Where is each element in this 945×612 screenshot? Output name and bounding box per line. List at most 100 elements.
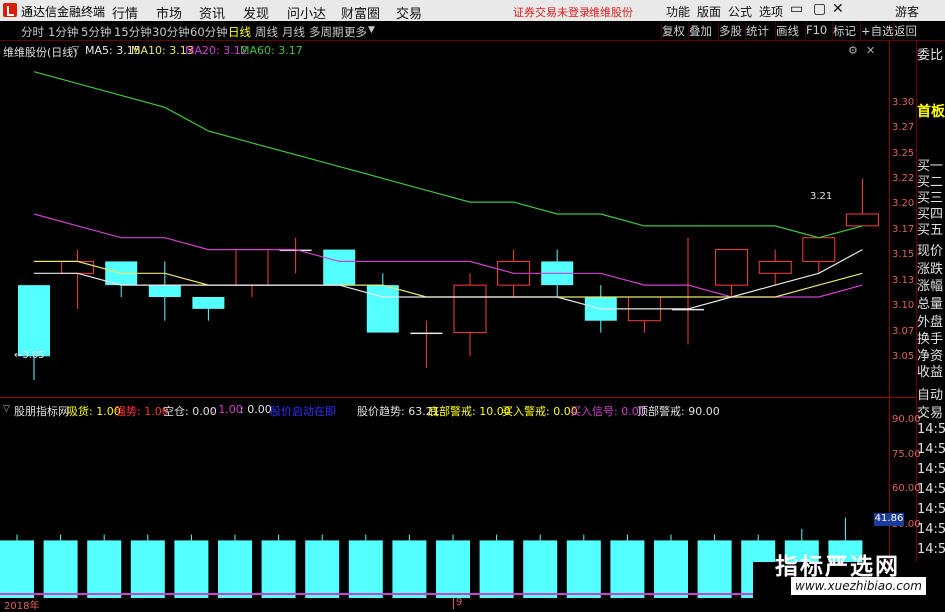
menu-trade[interactable]: 交易 (396, 3, 422, 22)
candle-body[interactable] (61, 260, 95, 274)
menu-discover[interactable]: 发现 (243, 3, 269, 22)
price-tick: 3.20 (892, 198, 915, 209)
app-logo-icon (3, 3, 17, 17)
period-multi[interactable]: 多周期 (309, 24, 344, 40)
period-monthly[interactable]: 月线 (282, 24, 305, 40)
login-status[interactable]: 证券交易未登录 (513, 4, 590, 20)
ma60-line (33, 71, 863, 239)
price-tick: 3.25 (892, 148, 915, 159)
candle-body[interactable] (18, 285, 50, 357)
indicator-bar[interactable] (87, 540, 122, 598)
side-panel-item: 14:56 (917, 482, 945, 497)
minimize-icon[interactable]: ▭ (790, 1, 803, 17)
candle-body[interactable] (410, 332, 443, 335)
side-panel-item: 涨幅 (917, 279, 944, 294)
indicator-bar[interactable] (566, 540, 601, 598)
indicator-bar[interactable] (697, 540, 732, 598)
indicator-bar[interactable] (436, 540, 470, 598)
maximize-icon[interactable]: ▢ (813, 1, 826, 17)
menu-layout[interactable]: 版面 (697, 3, 721, 20)
title-bar: 通达信金融终端 行情 市场 资讯 发现 问小达 财富圈 交易 证券交易未登录 维… (0, 0, 945, 22)
period-30min[interactable]: 30分钟 (152, 24, 190, 40)
menu-options[interactable]: 选项 (759, 3, 783, 20)
btn-adjust[interactable]: 复权 (661, 21, 685, 41)
period-timeshare[interactable]: 分时 (21, 24, 44, 40)
period-60min[interactable]: 60分钟 (190, 24, 228, 40)
candle-body[interactable] (366, 285, 399, 333)
high-label: 3.21 (810, 191, 833, 202)
indicator-bar[interactable] (261, 540, 296, 598)
candle-body[interactable] (845, 213, 879, 227)
side-panel-item: 14:56 (917, 462, 945, 477)
chevron-down-icon[interactable]: ▼ (368, 25, 375, 35)
indicator-bar[interactable] (43, 540, 78, 598)
menu-community[interactable]: 财富圈 (341, 3, 380, 22)
menu-formula[interactable]: 公式 (728, 3, 752, 20)
indicator-bar[interactable] (130, 540, 165, 598)
watermark-url: www.xuezhibiao.com (791, 577, 926, 595)
period-1min[interactable]: 1分钟 (48, 24, 78, 40)
indicator-bar[interactable] (305, 540, 340, 598)
price-tick: 3.15 (892, 249, 915, 260)
candle-body[interactable] (323, 249, 356, 286)
indicator-bar[interactable] (610, 540, 645, 598)
btn-back[interactable]: 返回 (893, 21, 917, 41)
btn-stats[interactable]: 统计 (745, 21, 769, 41)
menu-function[interactable]: 功能 (666, 3, 690, 20)
indicator-bar[interactable] (654, 540, 688, 598)
period-more[interactable]: 更多 (344, 24, 367, 40)
candle-body[interactable] (192, 297, 225, 309)
side-panel-item: 14:56 (917, 522, 945, 537)
candlestick-chart[interactable] (0, 40, 890, 395)
current-stock: 维维股份 (589, 6, 633, 19)
price-tick: 3.30 (892, 97, 915, 108)
price-tick: 3.22 (892, 173, 915, 184)
btn-add-watchlist[interactable]: +自选 (860, 21, 894, 41)
date-label: 2018年 (4, 601, 40, 612)
period-weekly[interactable]: 周线 (255, 24, 278, 40)
side-panel-item: 首板 (917, 104, 945, 120)
date-tick (453, 598, 454, 609)
menu-quotes[interactable]: 行情 (112, 3, 138, 22)
candle-body[interactable] (715, 249, 749, 286)
price-tick: 3.27 (892, 122, 915, 133)
close-icon[interactable]: ✕ (832, 1, 844, 17)
btn-multi-stock[interactable]: 多股 (718, 21, 742, 41)
price-tick: 3.05 (892, 351, 915, 362)
price-tick: 3.13 (892, 275, 915, 286)
indicator-bar[interactable] (218, 540, 252, 598)
period-bar: 分时 1分钟 5分钟 15分钟 30分钟 60分钟 日线 周线 月线 多周期 更… (0, 21, 945, 41)
indicator-bar[interactable] (479, 540, 514, 598)
price-tick: 3.17 (892, 224, 915, 235)
indicator-bar[interactable] (348, 540, 383, 598)
indicator-bar[interactable] (174, 540, 209, 598)
period-daily[interactable]: 日线 (228, 24, 251, 40)
btn-draw[interactable]: 画线 (775, 21, 799, 41)
candle-body[interactable] (235, 249, 269, 286)
side-panel-item: 14:56 (917, 442, 945, 457)
btn-f10[interactable]: F10 (805, 21, 827, 41)
candle-body[interactable] (802, 237, 836, 262)
side-panel-item: 委比 (917, 48, 944, 63)
side-panel-item: 交易 (917, 406, 944, 421)
menu-market[interactable]: 市场 (156, 3, 182, 22)
indicator-bar[interactable] (0, 540, 34, 598)
guest-label[interactable]: 游客 (895, 3, 919, 20)
indicator-bar[interactable] (523, 540, 558, 598)
watermark-title: 指标严选网 (775, 554, 900, 580)
side-panel-item: 收益 (917, 365, 944, 380)
btn-mark[interactable]: 标记 (832, 21, 856, 41)
period-5min[interactable]: 5分钟 (81, 24, 111, 40)
indicator-bar[interactable] (392, 540, 427, 598)
menu-news[interactable]: 资讯 (199, 3, 225, 22)
candle-body[interactable] (453, 284, 487, 334)
candle-body[interactable] (148, 285, 181, 297)
side-panel-item: 买五 (917, 223, 944, 238)
menu-ask[interactable]: 问小达 (287, 3, 326, 22)
date-label: 9 (456, 597, 463, 608)
btn-overlay[interactable]: 叠加 (688, 21, 712, 41)
period-15min[interactable]: 15分钟 (114, 24, 152, 40)
watermark: 指标严选网 www.xuezhibiao.com (753, 554, 945, 609)
side-panel-item: 14:56 (917, 542, 945, 557)
candle-body[interactable] (758, 260, 792, 274)
